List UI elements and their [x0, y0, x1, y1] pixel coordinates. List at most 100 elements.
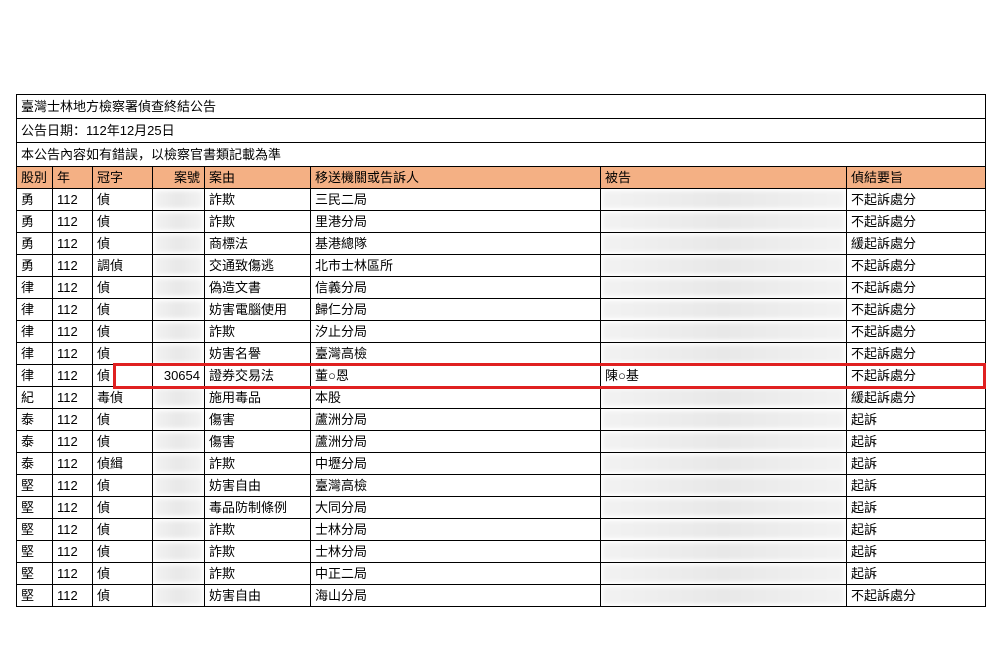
cell-year: 112 [53, 277, 93, 298]
cell-year: 112 [53, 541, 93, 562]
cell-agency: 歸仁分局 [311, 299, 601, 320]
cell-defendant [601, 585, 847, 606]
cell-guan: 偵 [93, 343, 153, 364]
cell-result: 不起訴處分 [847, 585, 986, 606]
cell-result: 起訴 [847, 541, 986, 562]
cell-gu: 勇 [17, 255, 53, 276]
cell-result: 不起訴處分 [847, 277, 986, 298]
cell-defendant [601, 343, 847, 364]
cell-agency: 臺灣高檢 [311, 343, 601, 364]
cell-result: 起訴 [847, 431, 986, 452]
cell-result: 起訴 [847, 497, 986, 518]
cell-case-no [153, 541, 205, 562]
cell-case-no [153, 255, 205, 276]
cell-gu: 勇 [17, 211, 53, 232]
table-row: 泰112偵傷害蘆洲分局起訴 [17, 409, 986, 431]
cell-defendant [601, 519, 847, 540]
cell-cause: 妨害自由 [205, 585, 311, 606]
cell-defendant [601, 409, 847, 430]
cell-agency: 基港總隊 [311, 233, 601, 254]
cell-defendant [601, 277, 847, 298]
cell-agency: 三民二局 [311, 189, 601, 210]
announcement-table: 臺灣士林地方檢察署偵查終結公告 公告日期：112年12月25日 本公告內容如有錯… [16, 94, 986, 607]
cell-defendant [601, 475, 847, 496]
cell-cause: 詐欺 [205, 453, 311, 474]
cell-agency: 本股 [311, 387, 601, 408]
cell-case-no [153, 299, 205, 320]
cell-gu: 律 [17, 277, 53, 298]
cell-guan: 調偵 [93, 255, 153, 276]
cell-agency: 汐止分局 [311, 321, 601, 342]
cell-agency: 臺灣高檢 [311, 475, 601, 496]
date-cell: 公告日期：112年12月25日 [17, 119, 986, 142]
cell-year: 112 [53, 453, 93, 474]
cell-year: 112 [53, 343, 93, 364]
cell-year: 112 [53, 475, 93, 496]
header-case-no: 案號 [153, 167, 205, 188]
cell-result: 不起訴處分 [847, 189, 986, 210]
cell-guan: 偵 [93, 431, 153, 452]
cell-agency: 士林分局 [311, 541, 601, 562]
cell-case-no [153, 343, 205, 364]
cell-case-no [153, 475, 205, 496]
cell-case-no [153, 409, 205, 430]
table-row: 律112偵30654證券交易法董○恩陳○基不起訴處分 [17, 365, 986, 387]
table-row: 律112偵妨害電腦使用歸仁分局不起訴處分 [17, 299, 986, 321]
cell-defendant [601, 431, 847, 452]
cell-guan: 偵緝 [93, 453, 153, 474]
cell-year: 112 [53, 563, 93, 584]
header-year: 年 [53, 167, 93, 188]
table-row: 勇112調偵交通致傷逃北市士林區所不起訴處分 [17, 255, 986, 277]
cell-case-no [153, 233, 205, 254]
cell-gu: 勇 [17, 189, 53, 210]
cell-gu: 堅 [17, 497, 53, 518]
cell-guan: 偵 [93, 299, 153, 320]
table-row: 律112偵妨害名譽臺灣高檢不起訴處分 [17, 343, 986, 365]
cell-year: 112 [53, 387, 93, 408]
cell-year: 112 [53, 321, 93, 342]
cell-guan: 偵 [93, 541, 153, 562]
cell-defendant [601, 233, 847, 254]
cell-cause: 商標法 [205, 233, 311, 254]
cell-gu: 泰 [17, 431, 53, 452]
cell-year: 112 [53, 211, 93, 232]
cell-year: 112 [53, 255, 93, 276]
date-row: 公告日期：112年12月25日 [17, 119, 986, 143]
cell-guan: 偵 [93, 519, 153, 540]
note-cell: 本公告內容如有錯誤，以檢察官書類記載為準 [17, 143, 986, 166]
header-result: 偵結要旨 [847, 167, 986, 188]
cell-result: 起訴 [847, 409, 986, 430]
cell-cause: 毒品防制條例 [205, 497, 311, 518]
cell-cause: 妨害電腦使用 [205, 299, 311, 320]
table-row: 勇112偵詐欺三民二局不起訴處分 [17, 189, 986, 211]
cell-year: 112 [53, 431, 93, 452]
cell-gu: 堅 [17, 563, 53, 584]
cell-result: 不起訴處分 [847, 211, 986, 232]
cell-cause: 詐欺 [205, 189, 311, 210]
cell-cause: 施用毒品 [205, 387, 311, 408]
cell-case-no [153, 189, 205, 210]
table-row: 律112偵偽造文書信義分局不起訴處分 [17, 277, 986, 299]
header-cause: 案由 [205, 167, 311, 188]
header-agency: 移送機關或告訴人 [311, 167, 601, 188]
table-row: 紀112毒偵施用毒品本股緩起訴處分 [17, 387, 986, 409]
table-row: 堅112偵毒品防制條例大同分局起訴 [17, 497, 986, 519]
cell-gu: 堅 [17, 585, 53, 606]
cell-agency: 董○恩 [311, 365, 601, 386]
cell-guan: 偵 [93, 409, 153, 430]
cell-case-no [153, 453, 205, 474]
table-row: 堅112偵詐欺士林分局起訴 [17, 541, 986, 563]
cell-agency: 大同分局 [311, 497, 601, 518]
cell-gu: 堅 [17, 541, 53, 562]
table-row: 堅112偵詐欺中正二局起訴 [17, 563, 986, 585]
cell-defendant [601, 541, 847, 562]
cell-case-no [153, 519, 205, 540]
cell-gu: 勇 [17, 233, 53, 254]
cell-result: 起訴 [847, 519, 986, 540]
cell-gu: 律 [17, 321, 53, 342]
cell-result: 不起訴處分 [847, 299, 986, 320]
title-cell: 臺灣士林地方檢察署偵查終結公告 [17, 95, 986, 118]
cell-guan: 毒偵 [93, 387, 153, 408]
cell-guan: 偵 [93, 563, 153, 584]
cell-defendant [601, 563, 847, 584]
